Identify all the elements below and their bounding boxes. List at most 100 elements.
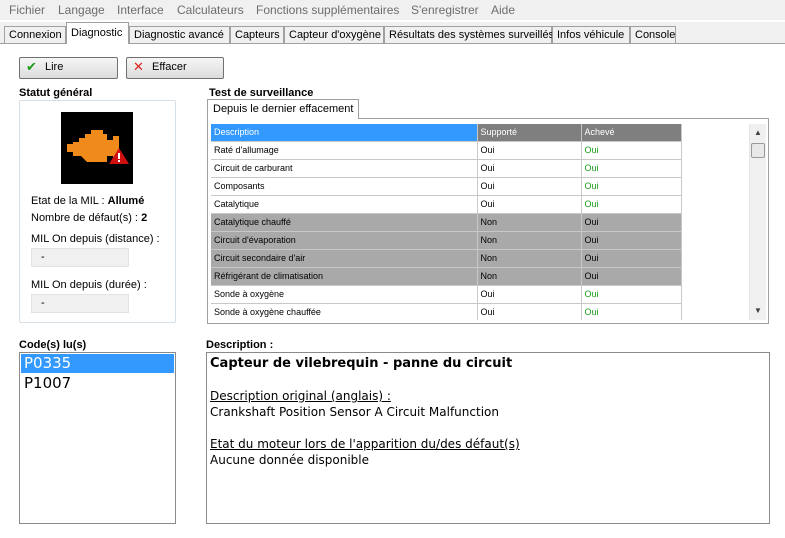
original-description-text: Crankshaft Position Sensor A Circuit Mal… [210,405,499,419]
description-box[interactable]: Capteur de vilebrequin - panne du circui… [206,352,770,524]
tab-capteurs[interactable]: Capteurs [230,26,284,43]
row-filler [681,285,749,303]
tab-resultats-systemes[interactable]: Résultats des systèmes surveillés [384,26,554,43]
row-filler [681,267,749,285]
table-row[interactable]: Réfrigérant de climatisation Non Oui [211,267,749,286]
table-row[interactable]: Composants Oui Oui [211,177,749,196]
engine-state-label: Etat du moteur lors de l'apparition du/d… [210,437,520,451]
row-completed: Oui [581,249,682,268]
row-completed: Oui [581,195,682,214]
clear-button-label: Effacer [152,61,187,73]
row-filler [681,231,749,249]
clear-button[interactable]: ✕ Effacer [126,57,224,79]
column-supported[interactable]: Supporté [477,124,582,142]
read-button-label: Lire [45,61,64,73]
menu-aide[interactable]: Aide [491,3,515,17]
table-row[interactable]: Circuit de carburant Oui Oui [211,159,749,178]
scroll-up-icon[interactable]: ▲ [754,128,762,137]
row-completed: Oui [581,159,682,178]
codes-list[interactable]: P0335 P1007 [19,352,176,524]
mil-state: Etat de la MIL : Allumé [31,195,144,207]
row-description: Composants [211,177,478,196]
row-completed: Oui [581,303,682,320]
row-description: Catalytique chauffé [211,213,478,232]
menu-calculateurs[interactable]: Calculateurs [177,3,244,17]
mil-duration-label: MIL On depuis (durée) : [31,279,147,291]
monitoring-grid[interactable]: Description Supporté Achevé Raté d'allum… [211,124,749,320]
table-row[interactable]: Raté d'allumage Oui Oui [211,141,749,160]
list-item[interactable]: P0335 [21,354,174,373]
row-supported: Oui [477,195,582,214]
tab-capteur-oxygene[interactable]: Capteur d'oxygène [284,26,384,43]
row-supported: Oui [477,303,582,320]
tab-connexion[interactable]: Connexion [4,26,66,43]
scroll-thumb[interactable] [751,143,765,158]
tab-console[interactable]: Console [630,26,676,43]
fault-count-value: 2 [141,212,148,224]
menu-fonctions-supplementaires[interactable]: Fonctions supplémentaires [256,3,399,17]
row-supported: Non [477,231,582,250]
row-filler [681,159,749,177]
column-description[interactable]: Description [211,124,478,142]
row-completed: Oui [581,231,682,250]
row-filler [681,141,749,159]
menu-bar: Fichier Langage Interface Calculateurs F… [0,0,785,20]
grid-empty-header [681,124,749,141]
row-completed: Oui [581,213,682,232]
status-title: Statut général [19,87,93,99]
row-completed: Oui [581,285,682,304]
row-description: Raté d'allumage [211,141,478,160]
read-button[interactable]: ✔ Lire [19,57,118,79]
grid-header-row: Description Supporté Achevé [211,124,749,142]
mil-duration-field[interactable]: - [31,294,129,313]
row-completed: Oui [581,267,682,286]
menu-langage[interactable]: Langage [58,3,105,17]
row-supported: Oui [477,141,582,160]
table-row[interactable]: Sonde à oxygène chauffée Oui Oui [211,303,749,320]
row-supported: Non [477,213,582,232]
row-filler [681,195,749,213]
tab-diagnostic[interactable]: Diagnostic [66,22,129,44]
table-row[interactable]: Catalytique chauffé Non Oui [211,213,749,232]
monitoring-title: Test de surveillance [209,87,314,99]
description-spacer [210,372,769,388]
cross-icon: ✕ [133,59,144,75]
row-completed: Oui [581,177,682,196]
mil-state-value: Allumé [107,195,145,207]
row-description: Circuit secondaire d'air [211,249,478,268]
table-row[interactable]: Circuit d'évaporation Non Oui [211,231,749,250]
tab-diagnostic-avance[interactable]: Diagnostic avancé [129,26,230,43]
description-spacer [210,420,769,436]
engine-warning-icon [61,112,133,184]
row-filler [681,303,749,320]
mil-state-label: Etat de la MIL : [31,195,108,207]
row-supported: Non [477,267,582,286]
table-row[interactable]: Circuit secondaire d'air Non Oui [211,249,749,268]
row-supported: Oui [477,177,582,196]
row-filler [681,213,749,231]
tab-since-last-clear[interactable]: Depuis le dernier effacement [207,99,360,119]
row-supported: Oui [477,285,582,304]
scroll-down-icon[interactable]: ▼ [754,306,762,315]
column-completed[interactable]: Achevé [581,124,682,142]
mil-distance-field[interactable]: - [31,248,129,267]
row-filler [681,177,749,195]
grid-scrollbar[interactable]: ▲ ▼ [749,124,766,320]
menu-interface[interactable]: Interface [117,3,164,17]
row-completed: Oui [581,141,682,160]
engine-state-text: Aucune donnée disponible [210,453,370,467]
menu-enregistrer[interactable]: S'enregistrer [411,3,479,17]
check-icon: ✔ [26,59,37,75]
tab-infos-vehicule[interactable]: Infos véhicule [552,26,630,43]
row-supported: Non [477,249,582,268]
table-row[interactable]: Sonde à oxygène Oui Oui [211,285,749,304]
original-description-label: Description original (anglais) : [210,389,391,403]
row-description: Réfrigérant de climatisation [211,267,478,286]
list-item[interactable]: P1007 [21,374,174,393]
table-row[interactable]: Catalytique Oui Oui [211,195,749,214]
menu-fichier[interactable]: Fichier [9,3,45,17]
description-heading: Capteur de vilebrequin - panne du circui… [210,356,513,371]
row-description: Circuit de carburant [211,159,478,178]
row-filler [681,249,749,267]
description-title: Description : [206,339,274,351]
